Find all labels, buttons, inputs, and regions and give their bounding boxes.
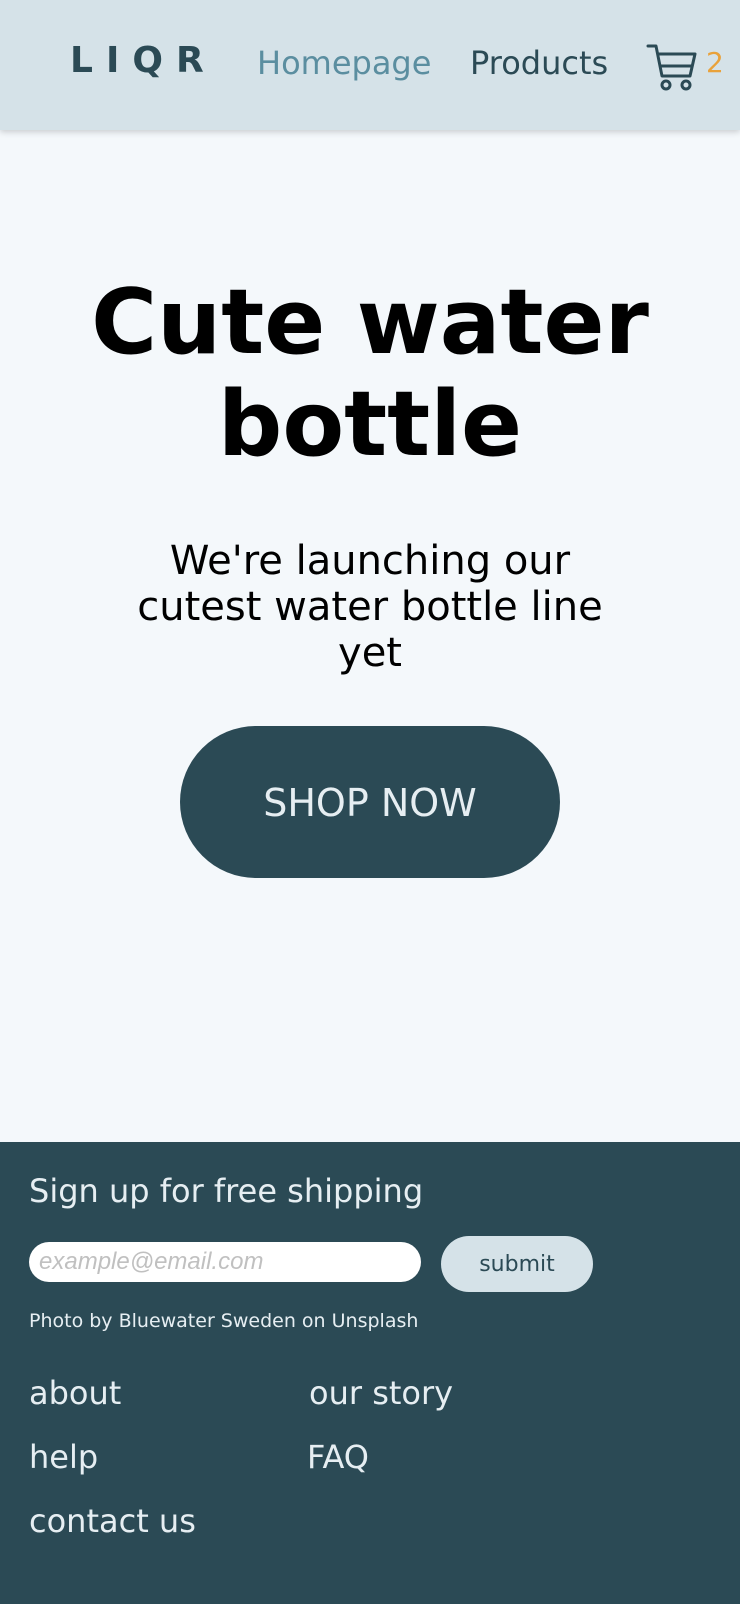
signup-heading: Sign up for free shipping <box>29 1172 424 1210</box>
hero-title: Cute water bottle <box>91 270 649 477</box>
footer-link-faq[interactable]: FAQ <box>307 1438 369 1476</box>
site-footer: Sign up for free shipping submit Photo b… <box>0 1142 740 1604</box>
submit-button[interactable]: submit <box>441 1236 593 1292</box>
nav-products[interactable]: Products <box>470 44 608 82</box>
logo[interactable]: LIQR <box>70 40 217 81</box>
email-input[interactable] <box>29 1242 421 1282</box>
site-header: LIQR Homepage Products 2 <box>0 0 740 130</box>
footer-link-our-story[interactable]: our story <box>309 1374 453 1412</box>
cart-count-badge[interactable]: 2 <box>706 46 724 79</box>
shopping-cart-icon[interactable] <box>646 42 698 92</box>
photo-credit: Photo by Bluewater Sweden on Unsplash <box>29 1310 419 1332</box>
hero-subtitle: We're launching our cutest water bottle … <box>137 538 603 676</box>
hero-section: Cute water bottle We're launching our cu… <box>0 130 740 1142</box>
nav-homepage[interactable]: Homepage <box>257 44 431 82</box>
footer-link-help[interactable]: help <box>29 1438 98 1476</box>
shop-now-button[interactable]: SHOP NOW <box>180 726 560 878</box>
footer-link-contact-us[interactable]: contact us <box>29 1502 196 1540</box>
footer-link-about[interactable]: about <box>29 1374 121 1412</box>
